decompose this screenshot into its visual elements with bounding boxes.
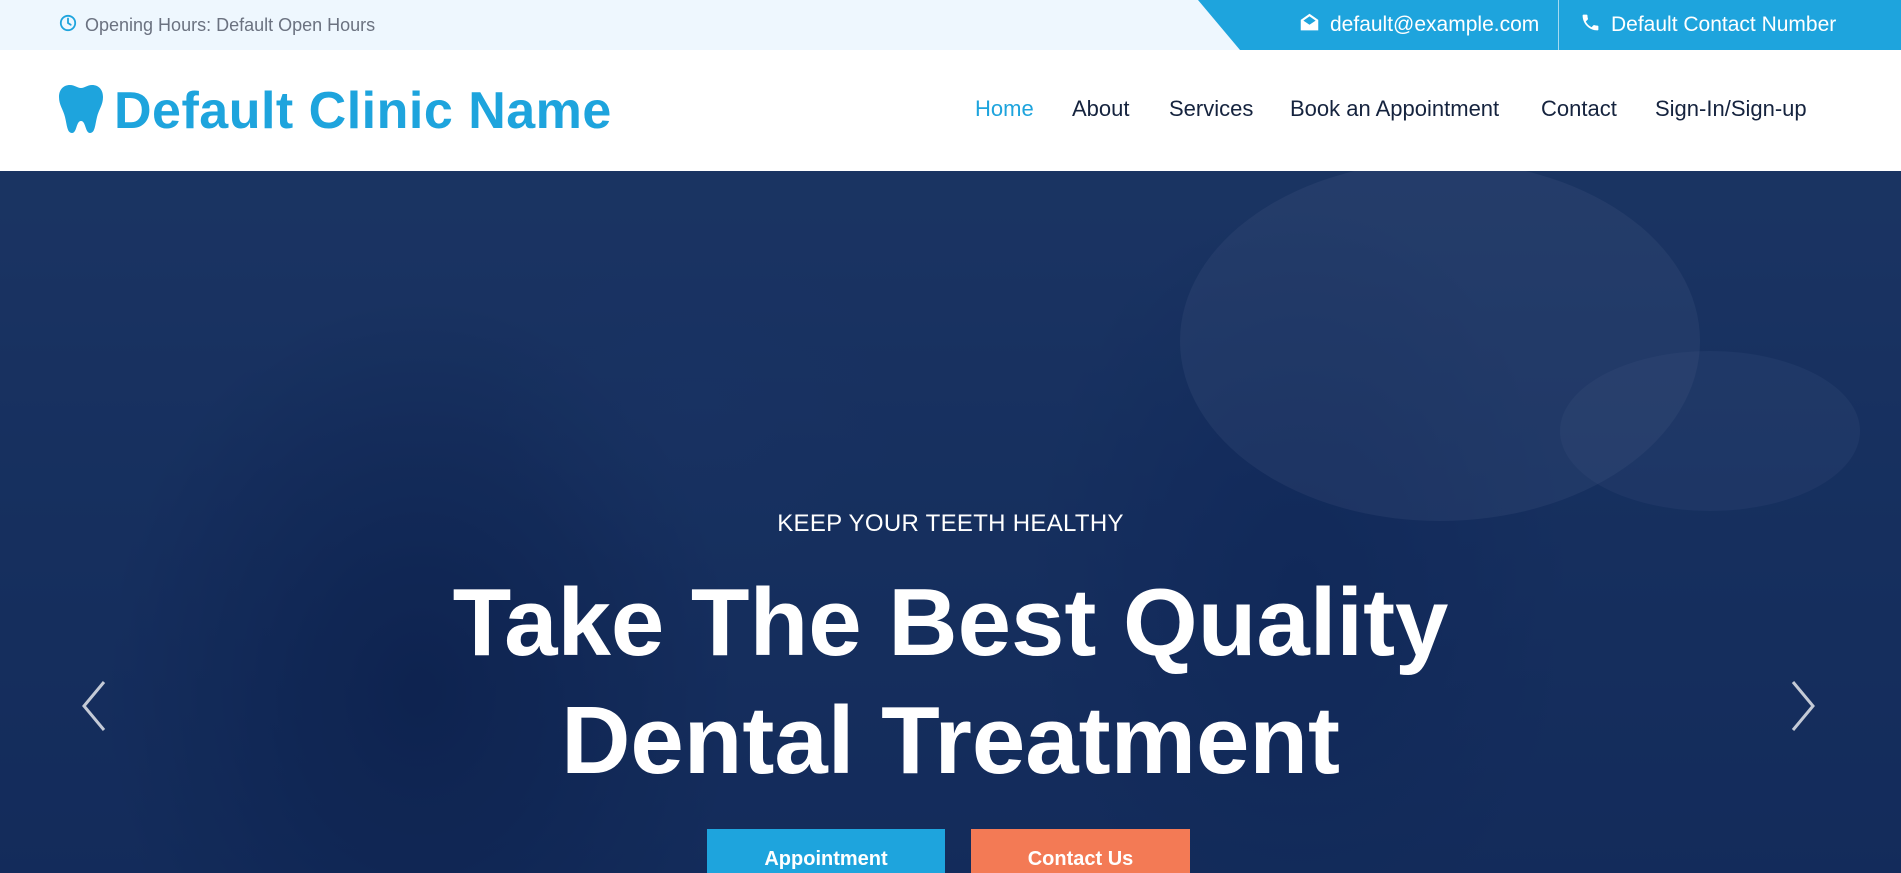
hero-slider: KEEP YOUR TEETH HEALTHY Take The Best Qu…	[0, 171, 1901, 873]
phone-text: Default Contact Number	[1611, 13, 1837, 36]
site-header: Default Clinic Name Home About Services …	[0, 50, 1901, 171]
chevron-left-icon	[76, 681, 112, 740]
nav-contact[interactable]: Contact	[1541, 96, 1617, 122]
top-bar: Opening Hours: Default Open Hours defaul…	[0, 0, 1901, 50]
email-text: default@example.com	[1330, 13, 1540, 36]
phone-link[interactable]: Default Contact Number	[1580, 0, 1836, 50]
nav-sign-in[interactable]: Sign-In/Sign-up	[1655, 96, 1807, 122]
hero-title-line-2: Dental Treatment	[561, 687, 1340, 794]
clock-icon	[59, 14, 77, 37]
appointment-button[interactable]: Appointment	[707, 829, 945, 873]
nav-book-appointment[interactable]: Book an Appointment	[1290, 96, 1499, 122]
nav-about[interactable]: About	[1072, 96, 1130, 122]
email-link[interactable]: default@example.com	[1299, 0, 1539, 50]
slider-next-button[interactable]	[1785, 676, 1821, 736]
contact-divider	[1558, 0, 1559, 50]
opening-hours-text: Opening Hours: Default Open Hours	[85, 14, 376, 35]
envelope-open-icon	[1299, 12, 1320, 39]
phone-icon	[1580, 12, 1601, 39]
hero-title-line-1: Take The Best Quality	[452, 569, 1449, 676]
tooth-icon	[58, 83, 104, 139]
hero-title: Take The Best Quality Dental Treatment	[0, 564, 1901, 800]
chevron-right-icon	[1785, 681, 1821, 740]
nav-services[interactable]: Services	[1169, 96, 1253, 122]
contact-us-button[interactable]: Contact Us	[971, 829, 1190, 873]
clinic-name: Default Clinic Name	[114, 81, 612, 140]
opening-hours: Opening Hours: Default Open Hours	[59, 0, 375, 50]
brand-logo[interactable]: Default Clinic Name	[58, 50, 612, 171]
nav-home[interactable]: Home	[975, 96, 1034, 122]
slider-prev-button[interactable]	[76, 676, 112, 736]
hero-subtitle: KEEP YOUR TEETH HEALTHY	[777, 510, 1124, 537]
